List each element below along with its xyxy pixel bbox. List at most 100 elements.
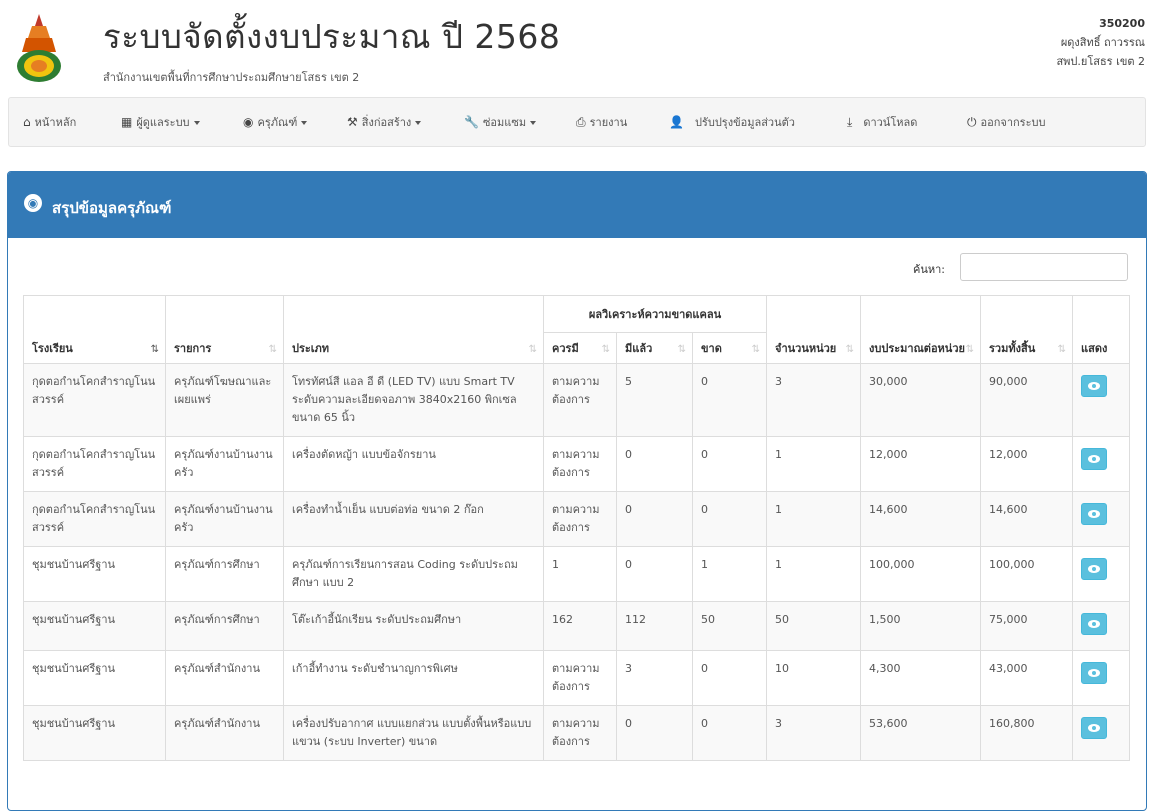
cell-should: 1 — [543, 546, 617, 602]
cell-lack: 0 — [691, 491, 768, 547]
cell-units: 1 — [766, 546, 862, 602]
cell-lack: 1 — [691, 546, 768, 602]
cell-total: 90,000 — [980, 363, 1074, 437]
col-type-label: ประเภท — [292, 342, 330, 355]
cell-type: โต๊ะเก้าอี้นักเรียน ระดับประถมศึกษา — [283, 601, 544, 651]
col-item[interactable]: รายการ ⇅ — [165, 295, 284, 364]
cell-school: กุดตอกำนโคกสำราญโนนสวรรค์ — [23, 491, 166, 547]
summary-panel: ◉ สรุปข้อมูลครุภัณฑ์ ค้นหา: โรงเรียน ⇅ รา… — [7, 171, 1147, 811]
col-group-analysis: ผลวิเคราะห์ความขาดแคลน — [542, 295, 768, 333]
view-eye-button[interactable] — [1081, 558, 1108, 580]
globe-icon: ◉ — [243, 115, 254, 129]
app-subtitle: สำนักงานเขตพื้นที่การศึกษาประถมศึกษายโสธ… — [103, 71, 360, 84]
cell-per_unit: 100,000 — [860, 546, 982, 602]
nav-repair[interactable]: 🔧 ซ่อมแซม — [464, 98, 537, 146]
cell-have: 0 — [616, 546, 693, 602]
col-have[interactable]: มีแล้ว ⇅ — [616, 332, 693, 364]
cell-have: 0 — [616, 436, 693, 492]
col-should-label: ควรมี — [552, 342, 579, 355]
caret-down-icon — [193, 121, 200, 125]
col-units[interactable]: จำนวนหน่วย ⇅ — [766, 295, 862, 364]
col-school[interactable]: โรงเรียน ⇅ — [23, 295, 166, 364]
cell-total: 75,000 — [980, 601, 1074, 651]
cell-type: เครื่องทำน้ำเย็น แบบต่อท่อ ขนาด 2 ก๊อก — [283, 491, 544, 547]
cell-should: 162 — [543, 601, 617, 651]
view-eye-button[interactable] — [1081, 717, 1108, 739]
user-info: 350200 ผดุงสิทธิ์ ถาวรรณ สพป.ยโสธร เขต 2 — [1056, 14, 1145, 71]
cell-type: เก้าอี้ทำงาน ระดับชำนาญการพิเศษ — [283, 650, 544, 706]
cell-school: ชุมชนบ้านศรีฐาน — [23, 705, 166, 761]
cell-have: 0 — [616, 491, 693, 547]
nav-equipment-label: ครุภัณฑ์ — [257, 116, 298, 129]
nav-report-label: รายงาน — [589, 116, 628, 129]
table-row: ชุมชนบ้านศรีฐาน ครุภัณฑ์สำนักงาน เครื่องปร… — [23, 705, 1131, 761]
page-header: ระบบจัดตั้งงบประมาณ ปี 2568 สำนักงานเขตพ… — [0, 0, 1153, 96]
search-input[interactable] — [960, 253, 1128, 281]
cell-show — [1072, 546, 1131, 602]
nav-profile-label: ปรับปรุงข้อมูลส่วนตัว — [694, 116, 795, 129]
nav-construction[interactable]: ⚒ สิ่งก่อสร้าง — [347, 98, 422, 146]
cell-lack: 50 — [691, 601, 768, 651]
grid-icon: ▦ — [121, 115, 133, 129]
cell-show — [1072, 705, 1131, 761]
nav-download[interactable]: ⤓ ดาวน์โหลด — [847, 98, 917, 146]
nav-profile[interactable]: 👤 ปรับปรุงข้อมูลส่วนตัว — [669, 98, 795, 146]
view-eye-button[interactable] — [1081, 503, 1108, 525]
cell-item: ครุภัณฑ์การศึกษา — [165, 546, 284, 602]
sort-icon: ⇅ — [677, 344, 686, 355]
col-units-label: จำนวนหน่วย — [775, 342, 837, 355]
cell-units: 3 — [766, 363, 862, 437]
cell-units: 1 — [766, 436, 862, 492]
col-total-label: รวมทั้งสิ้น — [989, 342, 1036, 355]
nav-construction-label: สิ่งก่อสร้าง — [361, 116, 412, 129]
panel-heading: ◉ สรุปข้อมูลครุภัณฑ์ — [8, 172, 1146, 238]
cell-per_unit: 4,300 — [860, 650, 982, 706]
cell-should: ตามความต้องการ — [543, 705, 617, 761]
cell-per_unit: 14,600 — [860, 491, 982, 547]
search-label: ค้นหา: — [913, 263, 946, 276]
view-eye-button[interactable] — [1081, 448, 1108, 470]
col-budget-label: งบประมาณต่อหน่วย — [869, 342, 965, 355]
table-row: ชุมชนบ้านศรีฐาน ครุภัณฑ์การศึกษา ครุภัณฑ์ก… — [23, 546, 1131, 602]
cell-units: 50 — [766, 601, 862, 651]
cell-per_unit: 1,500 — [860, 601, 982, 651]
col-type[interactable]: ประเภท ⇅ — [283, 295, 544, 364]
col-should-have[interactable]: ควรมี ⇅ — [543, 332, 617, 364]
cell-type: โทรทัศน์สี แอล อี ดี (LED TV) แบบ Smart … — [283, 363, 544, 437]
cell-have: 5 — [616, 363, 693, 437]
table-row: ชุมชนบ้านศรีฐาน ครุภัณฑ์การศึกษา โต๊ะเก้าอ… — [23, 601, 1131, 651]
cell-per_unit: 30,000 — [860, 363, 982, 437]
col-lack[interactable]: ขาด ⇅ — [691, 332, 768, 364]
col-total[interactable]: รวมทั้งสิ้น ⇅ — [980, 295, 1074, 364]
nav-download-label: ดาวน์โหลด — [863, 116, 918, 129]
nav-home-label: หน้าหลัก — [34, 116, 77, 129]
col-show: แสดง — [1072, 295, 1131, 364]
col-school-label: โรงเรียน — [32, 342, 73, 355]
nav-admin[interactable]: ▦ ผู้ดูแลระบบ — [121, 98, 200, 146]
power-icon: ⏻ — [967, 115, 977, 129]
nav-home[interactable]: ⌂ หน้าหลัก — [23, 98, 76, 146]
sort-icon: ⇅ — [268, 344, 277, 355]
globe-icon: ◉ — [24, 194, 42, 212]
col-budget-per-unit[interactable]: งบประมาณต่อหน่วย ⇅ — [860, 295, 982, 364]
view-eye-button[interactable] — [1081, 662, 1108, 684]
view-eye-button[interactable] — [1081, 613, 1108, 635]
view-eye-button[interactable] — [1081, 375, 1108, 397]
cell-should: ตามความต้องการ — [543, 363, 617, 437]
nav-report[interactable]: ⎙ รายงาน — [576, 98, 627, 146]
cell-per_unit: 53,600 — [860, 705, 982, 761]
caret-down-icon — [530, 121, 537, 125]
nav-admin-label: ผู้ดูแลระบบ — [136, 116, 190, 129]
cell-have: 0 — [616, 705, 693, 761]
main-navbar: ⌂ หน้าหลัก ▦ ผู้ดูแลระบบ ◉ ครุภัณฑ์ ⚒ สิ่งก่… — [8, 97, 1146, 147]
cell-item: ครุภัณฑ์สำนักงาน — [165, 705, 284, 761]
cell-type: ครุภัณฑ์การเรียนการสอน Coding ระดับประถม… — [283, 546, 544, 602]
download-icon: ⤓ — [847, 115, 853, 129]
nav-equipment[interactable]: ◉ ครุภัณฑ์ — [243, 98, 308, 146]
cell-should: ตามความต้องการ — [543, 650, 617, 706]
cell-school: ชุมชนบ้านศรีฐาน — [23, 650, 166, 706]
cell-type: เครื่องตัดหญ้า แบบข้อจักรยาน — [283, 436, 544, 492]
cell-item: ครุภัณฑ์การศึกษา — [165, 601, 284, 651]
col-have-label: มีแล้ว — [625, 342, 653, 355]
nav-logout[interactable]: ⏻ ออกจากระบบ — [967, 98, 1045, 146]
